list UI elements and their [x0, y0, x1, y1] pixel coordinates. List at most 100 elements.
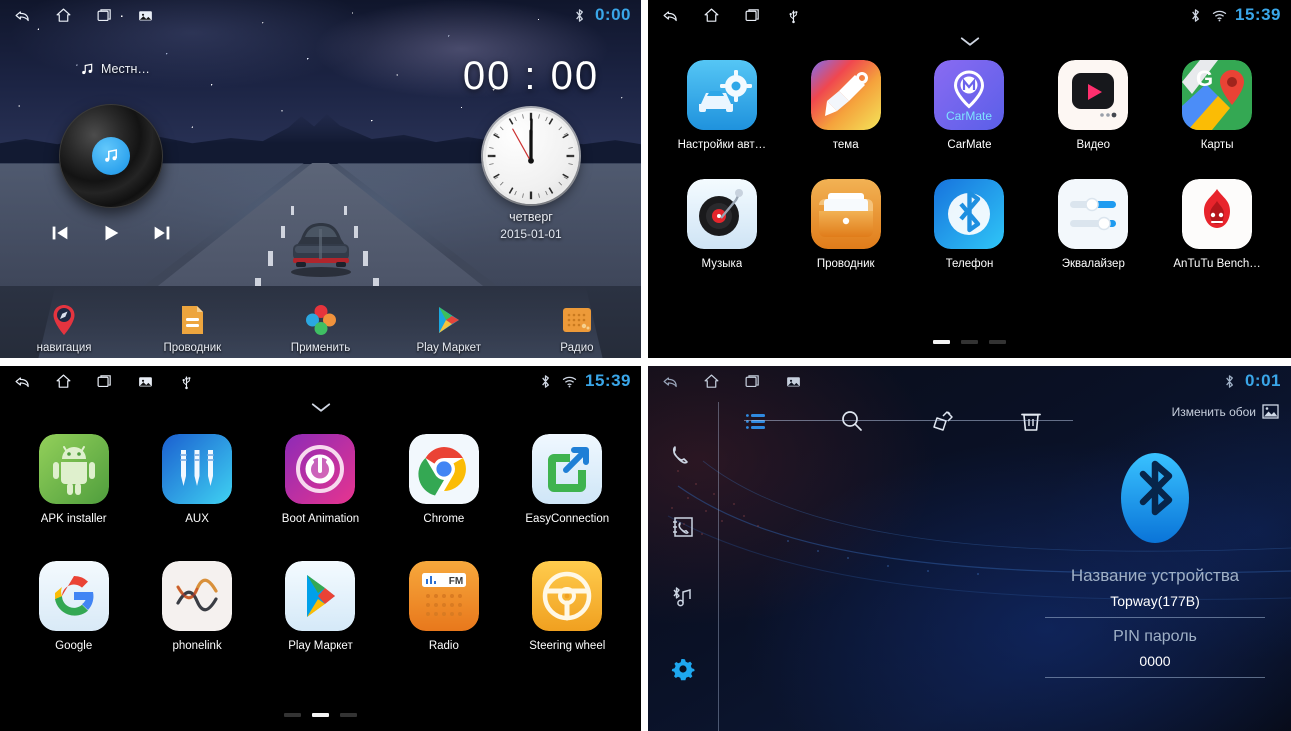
app-label: Музыка — [701, 258, 743, 270]
page-indicator[interactable] — [648, 340, 1291, 344]
screenshot-icon[interactable] — [785, 373, 802, 390]
prev-track-button[interactable] — [49, 222, 71, 244]
screenshot-icon[interactable] — [137, 373, 154, 390]
edit-pen-icon[interactable] — [930, 408, 956, 434]
recents-icon[interactable] — [744, 7, 761, 24]
bluetooth-icon — [1187, 7, 1204, 24]
play-button[interactable] — [100, 222, 122, 244]
recents-icon[interactable] — [96, 373, 113, 390]
app-play-market[interactable]: Play Маркет — [264, 561, 376, 652]
dock-item-play-market[interactable]: Play Маркет — [385, 286, 513, 354]
clock-widget[interactable]: 00 : 00 четверг 2015-01-01 — [451, 56, 611, 241]
vinyl-record[interactable] — [59, 104, 163, 208]
bluetooth-phone-icon — [934, 179, 1005, 249]
page-dot-3[interactable] — [340, 713, 357, 717]
device-name-value[interactable]: Topway(177B) — [1110, 593, 1200, 609]
svg-text:FM: FM — [449, 576, 463, 587]
recents-icon[interactable] — [96, 7, 113, 24]
change-wallpaper-button[interactable]: Изменить обои — [1172, 404, 1279, 419]
app-label: Телефон — [945, 258, 994, 270]
pin-label: PIN пароль — [1113, 628, 1197, 645]
back-icon[interactable] — [14, 373, 31, 390]
app-apk-installer[interactable]: APK installer — [18, 434, 130, 525]
field-underline — [1045, 677, 1265, 678]
status-bar: 15:39 — [0, 366, 641, 396]
dock-item-navigation[interactable]: навигация — [0, 286, 128, 354]
page-indicator[interactable] — [0, 713, 641, 717]
app-google[interactable]: Google — [18, 561, 130, 652]
app-label: Steering wheel — [529, 640, 606, 652]
app-antutu[interactable]: AnTuTu Bench… — [1161, 179, 1273, 270]
android-robot-icon — [38, 434, 109, 504]
chevron-down-icon[interactable] — [310, 402, 332, 414]
app-chrome[interactable]: Chrome — [388, 434, 500, 525]
search-icon[interactable] — [839, 408, 865, 434]
usb-icon[interactable] — [785, 7, 802, 24]
app-radio[interactable]: FM Radio — [388, 561, 500, 652]
contacts-book-icon[interactable] — [670, 514, 696, 540]
list-icon[interactable] — [744, 408, 770, 434]
now-playing-indicator[interactable]: Местн… — [80, 62, 150, 76]
app-theme[interactable]: тема — [790, 60, 902, 151]
bluetooth-music-icon[interactable] — [670, 585, 696, 611]
page-dot-1[interactable] — [933, 340, 950, 344]
svg-text:CarMate: CarMate — [946, 109, 992, 123]
equalizer-icon — [1058, 179, 1129, 249]
app-maps[interactable]: G Карты — [1161, 60, 1273, 151]
fm-radio-icon: FM — [408, 561, 479, 631]
dock-item-apply[interactable]: Применить — [256, 286, 384, 354]
trash-icon[interactable] — [1018, 408, 1044, 434]
app-music[interactable]: Музыка — [666, 179, 778, 270]
carmate-icon: CarMate — [934, 60, 1005, 130]
app-carmate[interactable]: CarMate CarMate — [913, 60, 1025, 151]
page-dot-1[interactable] — [284, 713, 301, 717]
app-easyconnection[interactable]: EasyConnection — [511, 434, 623, 525]
back-icon[interactable] — [14, 7, 31, 24]
back-icon[interactable] — [662, 7, 679, 24]
phone-handset-icon[interactable] — [670, 443, 696, 469]
app-phone[interactable]: Телефон — [913, 179, 1025, 270]
change-wallpaper-label: Изменить обои — [1171, 404, 1256, 419]
app-label: Chrome — [423, 513, 465, 525]
home-icon[interactable] — [55, 373, 72, 390]
chevron-down-icon[interactable] — [959, 36, 981, 48]
apply-clover-icon — [303, 302, 339, 338]
bluetooth-icon — [571, 7, 588, 24]
navigation-pin-icon — [46, 302, 82, 338]
app-label: CarMate — [947, 139, 992, 151]
app-video[interactable]: Видео — [1037, 60, 1149, 151]
screenshot-icon[interactable] — [137, 7, 154, 24]
app-phonelink[interactable]: phonelink — [141, 561, 253, 652]
image-icon — [1262, 404, 1279, 419]
app-label: Карты — [1200, 139, 1234, 151]
app-row: Настройки авт… тема CarMate CarMate Виде… — [648, 60, 1291, 151]
gear-icon[interactable] — [670, 656, 696, 682]
app-equalizer[interactable]: Эквалайзер — [1037, 179, 1149, 270]
app-label: Radio — [428, 640, 459, 652]
app-file-explorer[interactable]: Проводник — [790, 179, 902, 270]
app-steering-wheel[interactable]: Steering wheel — [511, 561, 623, 652]
dock-item-file-manager[interactable]: Проводник — [128, 286, 256, 354]
page-dot-3[interactable] — [989, 340, 1006, 344]
steering-wheel-icon — [532, 561, 603, 631]
usb-icon[interactable] — [178, 373, 195, 390]
page-dot-2[interactable] — [961, 340, 978, 344]
pin-value[interactable]: 0000 — [1139, 653, 1170, 669]
app-label: Эквалайзер — [1061, 258, 1125, 270]
dock-item-radio[interactable]: Радио — [513, 286, 641, 354]
page-dot-2[interactable] — [312, 713, 329, 717]
panel-home-screen: Местн… 00: 00 четверг 2015-01-01 навига… — [0, 0, 641, 358]
back-icon[interactable] — [662, 373, 679, 390]
next-track-button[interactable] — [151, 222, 173, 244]
status-clock: 15:39 — [585, 371, 631, 390]
music-widget[interactable] — [36, 104, 186, 244]
app-label: Google — [55, 640, 93, 652]
app-boot-animation[interactable]: Boot Animation — [264, 434, 376, 525]
app-car-settings[interactable]: Настройки авт… — [666, 60, 778, 151]
home-icon[interactable] — [55, 7, 72, 24]
home-icon[interactable] — [703, 373, 720, 390]
app-aux[interactable]: AUX — [141, 434, 253, 525]
file-manager-icon — [174, 302, 210, 338]
home-icon[interactable] — [703, 7, 720, 24]
recents-icon[interactable] — [744, 373, 761, 390]
